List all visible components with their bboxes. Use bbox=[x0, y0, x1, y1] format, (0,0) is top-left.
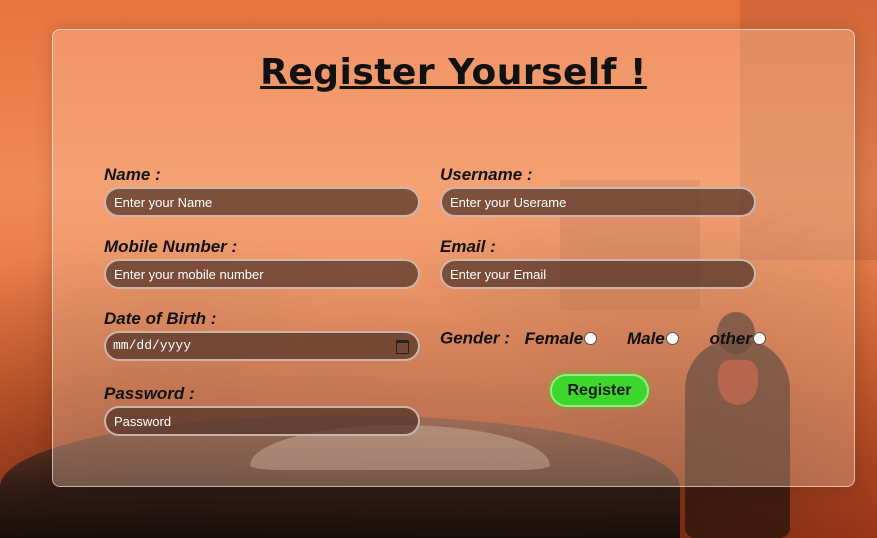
password-field-group: Password : bbox=[104, 384, 420, 436]
username-label: Username : bbox=[440, 165, 533, 184]
gender-option-other-label: other bbox=[709, 328, 753, 348]
mobile-field-group: Mobile Number : bbox=[104, 237, 420, 289]
gender-label: Gender : bbox=[440, 328, 510, 348]
register-button[interactable]: Register bbox=[550, 374, 649, 407]
name-field-group: Name : bbox=[104, 165, 420, 217]
email-input[interactable] bbox=[440, 259, 756, 289]
name-input[interactable] bbox=[104, 187, 420, 217]
gender-radio-male[interactable] bbox=[665, 332, 679, 346]
gender-radio-other[interactable] bbox=[753, 332, 766, 346]
dob-input-wrapper[interactable]: mm/dd/yyyy bbox=[104, 331, 420, 361]
dob-label: Date of Birth : bbox=[104, 309, 217, 328]
dob-placeholder: mm/dd/yyyy bbox=[113, 338, 192, 353]
gender-radio-female[interactable] bbox=[584, 332, 598, 346]
gender-option-male-label: Male bbox=[626, 328, 665, 348]
dob-field-group: Date of Birth : mm/dd/yyyy bbox=[104, 309, 420, 361]
mobile-input[interactable] bbox=[104, 259, 420, 289]
username-input[interactable] bbox=[440, 187, 756, 217]
username-field-group: Username : bbox=[440, 165, 756, 217]
calendar-icon[interactable] bbox=[396, 340, 409, 354]
password-label: Password : bbox=[104, 384, 195, 403]
registration-card: Register Yourself ! Name : Username : Mo… bbox=[52, 29, 855, 487]
email-label: Email : bbox=[440, 237, 496, 256]
mobile-label: Mobile Number : bbox=[104, 237, 238, 256]
email-field-group: Email : bbox=[440, 237, 756, 289]
gender-group: Gender : Female Male other bbox=[440, 328, 766, 349]
password-input[interactable] bbox=[104, 406, 420, 436]
page-title: Register Yourself ! bbox=[260, 52, 647, 93]
gender-option-female-label: Female bbox=[524, 328, 584, 348]
name-label: Name : bbox=[104, 165, 161, 184]
